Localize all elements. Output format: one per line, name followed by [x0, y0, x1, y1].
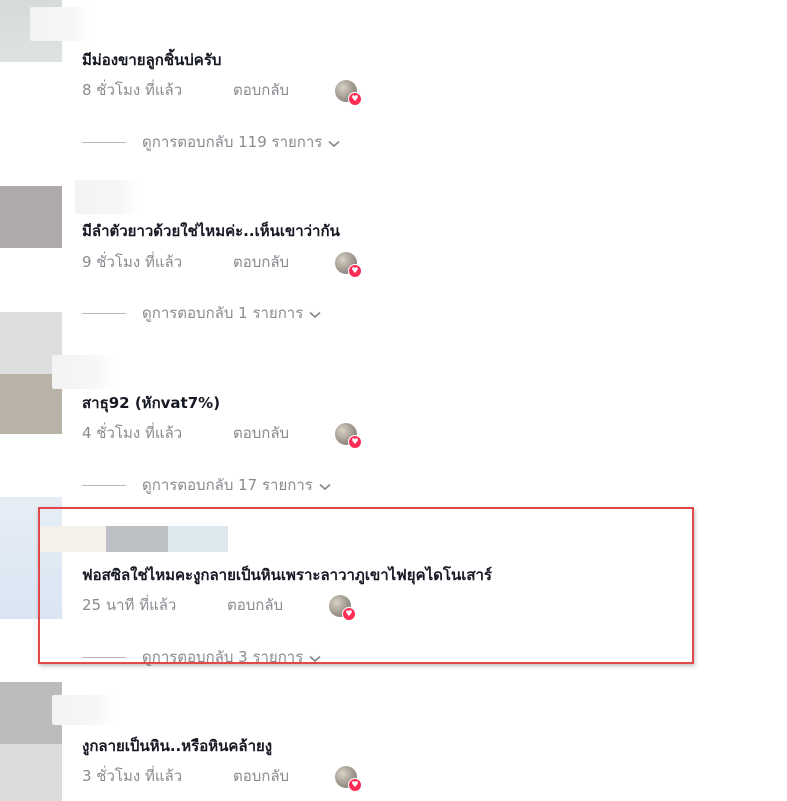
username-redacted[interactable] [52, 355, 114, 389]
username-redacted[interactable] [75, 180, 140, 214]
view-replies-label: ดูการตอบกลับ 17 รายการ [142, 476, 313, 494]
comment-meta: 8 ชั่วโมง ที่แล้ว ตอบกลับ [82, 79, 289, 101]
view-replies-label: ดูการตอบกลับ 1 รายการ [142, 304, 304, 322]
highlight-box [38, 507, 694, 664]
reply-button[interactable]: ตอบกลับ [233, 251, 289, 273]
reply-button[interactable]: ตอบกลับ [233, 765, 289, 787]
view-replies-label: ดูการตอบกลับ 119 รายการ [142, 133, 323, 151]
chevron-down-icon [328, 133, 340, 153]
view-replies-button[interactable]: ดูการตอบกลับ 17 รายการ [82, 475, 331, 495]
chevron-down-icon [309, 304, 321, 324]
view-replies-button[interactable]: ดูการตอบกลับ 119 รายการ [82, 132, 340, 152]
heart-icon: ♥ [348, 92, 362, 106]
reply-button[interactable]: ตอบกลับ [233, 79, 289, 101]
comment-text: มีม่องขายลูกชิ้นบ่ครับ [82, 51, 222, 69]
username-redacted[interactable] [52, 695, 114, 725]
heart-icon: ♥ [348, 435, 362, 449]
comment-time: 8 ชั่วโมง ที่แล้ว [82, 81, 183, 99]
comment-text: สาธุ92 (หักvat7%) [82, 394, 221, 412]
comment-time: 9 ชั่วโมง ที่แล้ว [82, 253, 183, 271]
divider-line [82, 142, 126, 143]
comment-meta: 3 ชั่วโมง ที่แล้ว ตอบกลับ [82, 765, 289, 787]
comment-text: มีลำตัวยาวด้วยใช่ไหมค่ะ..เห็นเขาว่ากัน [82, 222, 340, 240]
divider-line [82, 313, 126, 314]
divider-line [82, 485, 126, 486]
chevron-down-icon [319, 476, 331, 496]
username-redacted[interactable] [30, 7, 92, 41]
comment-time: 4 ชั่วโมง ที่แล้ว [82, 424, 183, 442]
avatar[interactable] [0, 186, 62, 248]
heart-icon: ♥ [348, 778, 362, 792]
creator-liked-avatar-icon: ♥ [335, 80, 362, 106]
comment-time: 3 ชั่วโมง ที่แล้ว [82, 767, 183, 785]
creator-liked-avatar-icon: ♥ [335, 423, 362, 449]
comment-meta: 4 ชั่วโมง ที่แล้ว ตอบกลับ [82, 422, 289, 444]
heart-icon: ♥ [348, 264, 362, 278]
view-replies-button[interactable]: ดูการตอบกลับ 1 รายการ [82, 303, 321, 323]
creator-liked-avatar-icon: ♥ [335, 252, 362, 278]
creator-liked-avatar-icon: ♥ [335, 766, 362, 792]
reply-button[interactable]: ตอบกลับ [233, 422, 289, 444]
comment-text: งูกลายเป็นหิน..หรือหินคล้ายงู [82, 737, 273, 755]
comment-meta: 9 ชั่วโมง ที่แล้ว ตอบกลับ [82, 251, 289, 273]
